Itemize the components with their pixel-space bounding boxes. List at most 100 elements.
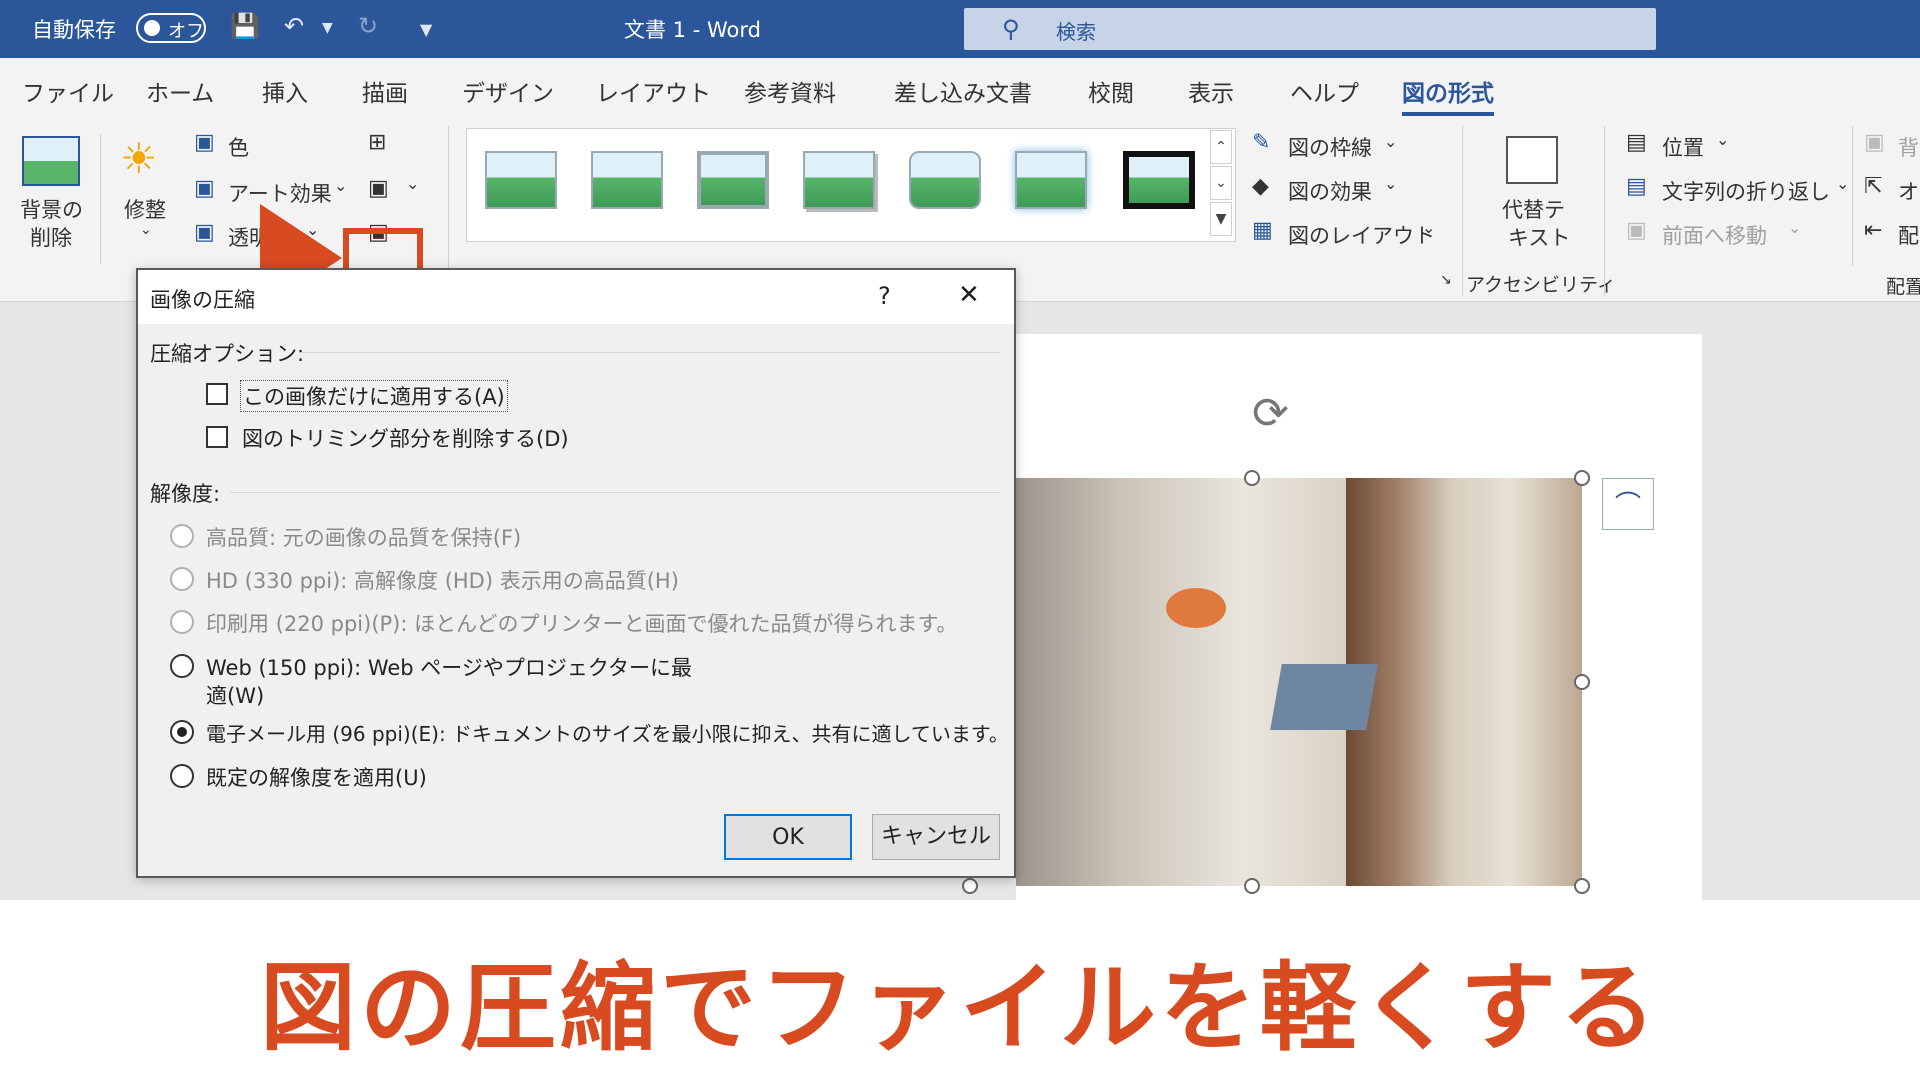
save-icon[interactable]: 💾	[230, 12, 260, 40]
alt-text-label-1: 代替テ	[1502, 198, 1565, 222]
tab-mailings[interactable]: 差し込み文書	[894, 74, 1032, 108]
dialog-launcher-icon[interactable]: ↘	[1440, 272, 1452, 288]
style-thumbnail[interactable]	[909, 151, 981, 209]
remove-background-icon[interactable]	[22, 136, 80, 186]
resize-handle[interactable]	[1244, 470, 1260, 486]
separator	[1604, 126, 1605, 296]
ribbon-tabs: ファイル ホーム 挿入 描画 デザイン レイアウト 参考資料 差し込み文書 校閲…	[0, 58, 1920, 116]
style-thumbnail[interactable]	[485, 151, 557, 209]
resize-handle[interactable]	[1574, 674, 1590, 690]
undo-icon[interactable]: ↶	[284, 12, 304, 40]
tab-draw[interactable]: 描画	[362, 74, 408, 108]
autosave-toggle[interactable]: オフ	[136, 13, 206, 43]
rotate-handle-icon[interactable]: ⟳	[1252, 388, 1289, 439]
selected-picture[interactable]	[1016, 478, 1582, 886]
search-box[interactable]: ⚲ 検索	[964, 8, 1656, 50]
resize-handle[interactable]	[962, 878, 978, 894]
style-thumbnail[interactable]	[1123, 151, 1195, 209]
help-icon[interactable]: ?	[878, 282, 891, 310]
resolution-web-label[interactable]: Web (150 ppi): Web ページやプロジェクターに最	[206, 652, 692, 682]
alt-text-icon[interactable]	[1506, 136, 1558, 184]
picture-border-label[interactable]: 図の枠線	[1288, 132, 1372, 162]
apply-only-checkbox[interactable]	[206, 383, 228, 405]
style-thumbnail[interactable]	[803, 151, 875, 209]
style-thumbnail[interactable]	[1015, 151, 1087, 209]
caption-text: 図の圧縮でファイルを軽くする	[260, 952, 1660, 1064]
position-label[interactable]: 位置	[1662, 132, 1704, 162]
resize-handle[interactable]	[1244, 878, 1260, 894]
title-bar: 自動保存 オフ 💾 ↶ ▼ ↻ ▼ 文書 1 - Word ⚲ 検索	[0, 0, 1920, 58]
picture-tablet	[1270, 664, 1378, 730]
wrap-text-label[interactable]: 文字列の折り返し	[1662, 176, 1830, 206]
resize-handle[interactable]	[1574, 878, 1590, 894]
style-thumbnail[interactable]	[697, 151, 769, 209]
tab-file[interactable]: ファイル	[22, 74, 114, 108]
picture-subject	[1346, 478, 1582, 886]
wrap-text-icon[interactable]: ▤	[1626, 174, 1647, 199]
selection-pane-label[interactable]: オ	[1898, 176, 1919, 206]
separator	[1852, 126, 1853, 266]
chevron-down-icon: ⌄	[1384, 132, 1398, 151]
resolution-default-radio[interactable]	[170, 764, 194, 788]
change-picture-icon[interactable]: ▣	[368, 176, 389, 201]
tab-design[interactable]: デザイン	[462, 74, 554, 108]
picture-layout-icon[interactable]: ▦	[1252, 218, 1273, 243]
tab-layout[interactable]: レイアウト	[596, 74, 711, 108]
picture-border-icon[interactable]: ✎	[1252, 130, 1270, 155]
tab-references[interactable]: 参考資料	[744, 74, 836, 108]
layout-options-icon: ⌒	[1615, 491, 1642, 521]
redo-icon: ↻	[358, 12, 379, 40]
chevron-down-icon: ⌄	[406, 174, 420, 193]
apply-only-label[interactable]: この画像だけに適用する(A)	[240, 380, 508, 412]
accessibility-group-label: アクセシビリティ	[1466, 274, 1616, 296]
picture-effects-label[interactable]: 図の効果	[1288, 176, 1372, 206]
layout-options-button[interactable]: ⌒	[1602, 478, 1654, 530]
color-icon[interactable]: ▣	[194, 130, 215, 155]
align-label[interactable]: 配	[1898, 220, 1919, 250]
customize-toolbar-icon[interactable]: ▼	[420, 20, 432, 39]
selection-pane-icon[interactable]: ⇱	[1864, 174, 1882, 199]
color-label[interactable]: 色	[228, 132, 249, 162]
close-icon[interactable]: ✕	[958, 280, 980, 310]
tab-home[interactable]: ホーム	[146, 74, 214, 108]
compress-pictures-icon[interactable]: ⊞	[368, 130, 386, 155]
artistic-effects-icon[interactable]: ▣	[194, 176, 215, 201]
document-title: 文書 1 - Word	[624, 18, 761, 42]
dialog-title: 画像の圧縮	[150, 288, 255, 312]
resolution-email-label[interactable]: 電子メール用 (96 ppi)(E): ドキュメントのサイズを最小限に抑え、共有…	[206, 718, 1009, 747]
resolution-web-radio[interactable]	[170, 654, 194, 678]
resize-handle[interactable]	[1574, 470, 1590, 486]
tab-insert[interactable]: 挿入	[262, 74, 308, 108]
tab-review[interactable]: 校閲	[1088, 74, 1134, 108]
position-icon[interactable]: ▤	[1626, 130, 1647, 155]
bring-forward-label: 前面へ移動	[1662, 224, 1767, 248]
picture-layout-label[interactable]: 図のレイアウト	[1288, 220, 1435, 250]
resolution-high-fidelity-label: 高品質: 元の画像の品質を保持(F)	[206, 526, 522, 550]
picture-styles-gallery	[466, 128, 1236, 242]
corrections-sun-icon[interactable]: ☀	[120, 134, 158, 183]
transparency-icon[interactable]: ▣	[194, 220, 215, 245]
chevron-down-icon: ⌄	[1716, 130, 1730, 149]
divider	[300, 352, 1000, 353]
tab-picture-format[interactable]: 図の形式	[1402, 74, 1494, 116]
tab-help[interactable]: ヘルプ	[1290, 74, 1359, 108]
send-backward-label: 背	[1898, 136, 1919, 160]
arrange-group-label: 配置	[1886, 276, 1920, 298]
tab-view[interactable]: 表示	[1188, 74, 1234, 108]
style-thumbnail[interactable]	[591, 151, 663, 209]
ok-button[interactable]: OK	[724, 814, 852, 860]
resolution-email-radio[interactable]	[170, 720, 194, 744]
cancel-button[interactable]: キャンセル	[872, 814, 1000, 860]
undo-dropdown-icon[interactable]: ▼	[322, 20, 333, 36]
delete-cropped-checkbox[interactable]	[206, 426, 228, 448]
gallery-scroll-down[interactable]: ⌄	[1210, 166, 1232, 200]
delete-cropped-label[interactable]: 図のトリミング部分を削除する(D)	[242, 423, 569, 453]
picture-effects-icon[interactable]: ◆	[1252, 174, 1269, 199]
align-icon[interactable]: ⇤	[1864, 218, 1882, 243]
resolution-default-label[interactable]: 既定の解像度を適用(U)	[206, 762, 427, 792]
resolution-web-label-cont[interactable]: 適(W)	[206, 680, 264, 710]
compress-pictures-dialog: 画像の圧縮 ? ✕ 圧縮オプション: この画像だけに適用する(A) 図のトリミン…	[136, 268, 1016, 878]
gallery-scroll-up[interactable]: ⌃	[1210, 130, 1232, 164]
compress-options-heading: 圧縮オプション:	[150, 342, 305, 366]
gallery-more[interactable]: ▼	[1210, 202, 1232, 236]
